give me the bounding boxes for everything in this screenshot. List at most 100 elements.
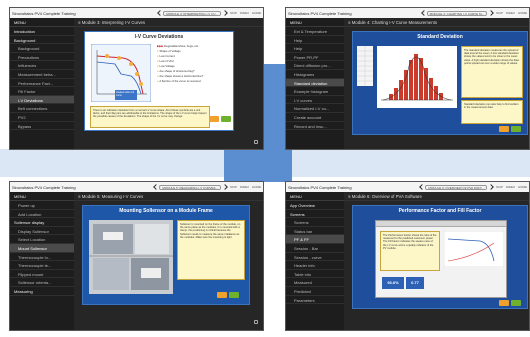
next-button[interactable] — [221, 116, 231, 122]
menu-item[interactable]: Flipped mount — [10, 270, 74, 279]
menu-item[interactable]: Record and Insu... — [286, 122, 344, 131]
menu-item[interactable]: Create account — [286, 113, 344, 122]
back-button[interactable] — [209, 116, 219, 122]
menu-item[interactable]: Header info — [286, 261, 344, 270]
software-toolbar — [376, 221, 506, 227]
menu-item[interactable]: Sollensor orienta... — [10, 278, 74, 287]
menu-item[interactable]: Help — [286, 36, 344, 45]
menu-item[interactable]: Bypass — [10, 122, 74, 131]
software-screenshot: The Performance Factor shows the ratio o… — [375, 220, 507, 298]
menu-item[interactable]: App Overview — [286, 201, 344, 210]
app-title: Sinovoltaics PV4 Complete Training — [12, 184, 76, 190]
menu-item[interactable]: Power up — [10, 201, 74, 210]
bell-curve-histogram — [377, 46, 457, 108]
app-titlebar: Sinovoltaics PV4 Complete Training MODUL… — [286, 8, 529, 18]
skip-link[interactable]: SKIP — [496, 11, 503, 15]
menu-item[interactable]: I-V curves — [286, 96, 344, 105]
menu-item[interactable]: Power PR-PF — [286, 53, 344, 62]
menu-item[interactable]: Influences — [10, 61, 74, 70]
menu-item[interactable]: Measured — [286, 278, 344, 287]
previous-arrow-icon[interactable] — [421, 10, 425, 16]
slide-title: I-V Curve Deviations — [134, 34, 184, 40]
hamburger-icon[interactable]: ≡ — [348, 20, 351, 25]
home-link[interactable]: HOME — [252, 185, 261, 189]
index-link[interactable]: INDEX — [506, 185, 515, 189]
menu-item[interactable]: Parameters — [286, 296, 344, 305]
module-nav: MODULE 4: CHARTING I-V CURVE M... SKIP I… — [421, 10, 527, 16]
back-button[interactable] — [499, 300, 509, 306]
legend-list: ▶▶▶ Degradation/loss, bugs, etc. ● Shape… — [157, 44, 231, 84]
menu-item[interactable]: Table info — [286, 270, 344, 279]
menu-item[interactable]: Histograms — [286, 70, 344, 79]
pf-value: 93.6% — [387, 280, 399, 285]
menu-item[interactable]: Fill Factor — [10, 87, 74, 96]
menu-item[interactable]: Screens — [286, 210, 344, 219]
previous-arrow-icon[interactable] — [157, 10, 161, 16]
skip-link[interactable]: SKIP — [496, 185, 503, 189]
fullscreen-icon[interactable] — [254, 320, 258, 324]
menu-header: MENU — [10, 192, 74, 201]
next-arrow-icon[interactable] — [489, 184, 493, 190]
module-selector[interactable]: MODULE 5: MEASURING I-V CURVES... — [159, 184, 221, 190]
menu-item-active[interactable]: Standard deviation — [286, 78, 344, 88]
back-button[interactable] — [499, 126, 509, 132]
fullscreen-icon[interactable] — [254, 140, 258, 144]
index-link[interactable]: INDEX — [240, 11, 249, 15]
hamburger-icon[interactable]: ≡ — [78, 20, 81, 25]
menu-item[interactable]: Sollensor display — [10, 218, 74, 227]
next-button[interactable] — [511, 126, 521, 132]
index-link[interactable]: INDEX — [506, 11, 515, 15]
next-arrow-icon[interactable] — [223, 184, 227, 190]
app-title: Sinovoltaics PV4 Complete Training — [288, 10, 352, 16]
menu-item[interactable]: Background — [10, 44, 74, 53]
menu-item[interactable]: Select Location — [10, 235, 74, 244]
menu-item[interactable]: Normalized I-V cu... — [286, 104, 344, 113]
menu-item[interactable]: Example histogram — [286, 87, 344, 96]
menu-item-active[interactable]: Mount Sollensor — [10, 243, 74, 253]
previous-arrow-icon[interactable] — [153, 184, 157, 190]
skip-link[interactable]: SKIP — [230, 11, 237, 15]
next-button[interactable] — [511, 300, 521, 306]
home-link[interactable]: HOME — [518, 185, 527, 189]
menu-item[interactable]: Background — [10, 36, 74, 45]
next-arrow-icon[interactable] — [223, 10, 227, 16]
home-link[interactable]: HOME — [252, 11, 261, 15]
home-link[interactable]: HOME — [518, 11, 527, 15]
page-title: ≡ Module 4: Charting I-V Curve Measureme… — [344, 18, 529, 27]
menu-item[interactable]: Help — [286, 44, 344, 53]
menu-item[interactable]: Introduction — [10, 27, 74, 36]
next-button[interactable] — [229, 292, 239, 298]
back-button[interactable] — [217, 292, 227, 298]
page-title: ≡ Module 5: Measuring I-V Curves — [74, 192, 263, 201]
hamburger-icon[interactable]: ≡ — [78, 194, 81, 199]
index-link[interactable]: INDEX — [240, 185, 249, 189]
menu-item[interactable]: Precautions — [10, 53, 74, 62]
menu-item[interactable]: Display Sollensor — [10, 227, 74, 236]
skip-link[interactable]: SKIP — [230, 185, 237, 189]
module-nav: MODULE 5: MEASURING I-V CURVES... SKIP I… — [153, 184, 261, 190]
module-selector[interactable]: MODULE 4: CHARTING I-V CURVE M... — [426, 10, 487, 16]
menu-item[interactable]: Direct diffusion pro... — [286, 61, 344, 70]
module-selector[interactable]: MODULE 6: OVERVIEW OF PVA SOFT... — [425, 184, 487, 190]
module-nav: MODULE 3: INTERPRETING I-V CU... SKIP IN… — [157, 10, 261, 16]
previous-arrow-icon[interactable] — [419, 184, 423, 190]
menu-item[interactable]: Thermocouple te... — [10, 261, 74, 270]
menu-item[interactable]: Session - curve — [286, 253, 344, 262]
menu-item[interactable]: Session - Bar — [286, 244, 344, 253]
menu-item[interactable]: Predicted — [286, 287, 344, 296]
menu-item-active[interactable]: PF & FF — [286, 235, 344, 244]
menu-item[interactable]: Measuring — [10, 287, 74, 296]
menu-item[interactable]: Ext & Temperature — [286, 27, 344, 36]
menu-item[interactable]: Screens — [286, 218, 344, 227]
menu-item[interactable]: Performance Fact... — [10, 79, 74, 88]
menu-item[interactable]: PV2 — [10, 113, 74, 122]
menu-item[interactable]: Belt connections — [10, 104, 74, 113]
hamburger-icon[interactable]: ≡ — [348, 194, 351, 199]
menu-item[interactable]: Add Location — [10, 210, 74, 219]
module-selector[interactable]: MODULE 3: INTERPRETING I-V CU... — [163, 10, 221, 16]
menu-item-active[interactable]: I-V Deviations — [10, 95, 74, 105]
next-arrow-icon[interactable] — [489, 10, 493, 16]
menu-item[interactable]: Thermocouple lo... — [10, 253, 74, 262]
menu-item[interactable]: Measurement beha... — [10, 70, 74, 79]
menu-item[interactable]: Status bar — [286, 227, 344, 236]
